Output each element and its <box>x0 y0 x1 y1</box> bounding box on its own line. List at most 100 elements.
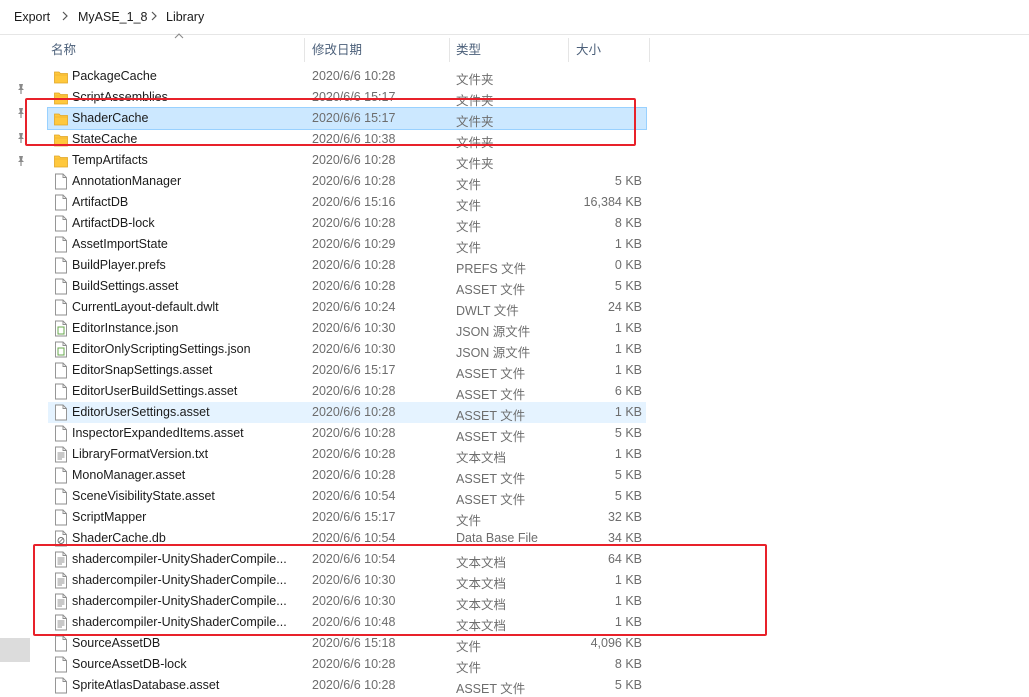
file-name: PackageCache <box>72 69 157 83</box>
file-size: 0 KB <box>614 258 642 272</box>
file-icon <box>54 488 68 505</box>
column-divider[interactable] <box>449 38 450 62</box>
file-row[interactable]: SourceAssetDB-lock 2020/6/6 10:28 文件 8 KB <box>48 654 646 675</box>
file-date: 2020/6/6 15:17 <box>312 510 396 524</box>
file-row[interactable]: AnnotationManager 2020/6/6 10:28 文件 5 KB <box>48 171 646 192</box>
file-size: 5 KB <box>614 279 642 293</box>
file-row[interactable]: CurrentLayout-default.dwlt 2020/6/6 10:24… <box>48 297 646 318</box>
address-bar[interactable]: Export MyASE_1_8 Library <box>0 0 1029 35</box>
file-row[interactable]: ArtifactDB 2020/6/6 15:16 文件 16,384 KB <box>48 192 646 213</box>
file-type: 文件 <box>456 199 482 213</box>
file-size: 5 KB <box>614 174 642 188</box>
file-icon <box>54 383 68 400</box>
breadcrumb-myase[interactable]: MyASE_1_8 <box>78 10 147 24</box>
file-name: AssetImportState <box>72 237 168 251</box>
column-name[interactable]: 名称 <box>51 34 76 64</box>
file-row[interactable]: AssetImportState 2020/6/6 10:29 文件 1 KB <box>48 234 646 255</box>
file-date: 2020/6/6 10:28 <box>312 447 396 461</box>
file-row[interactable]: SpriteAtlasDatabase.asset 2020/6/6 10:28 A… <box>48 675 646 696</box>
breadcrumb-export[interactable]: Export <box>14 10 50 24</box>
column-divider[interactable] <box>568 38 569 62</box>
file-type: ASSET 文件 <box>456 472 526 486</box>
file-date: 2020/6/6 10:28 <box>312 174 396 188</box>
file-icon <box>54 404 68 421</box>
file-date: 2020/6/6 10:28 <box>312 258 396 272</box>
file-icon <box>54 236 68 253</box>
file-row[interactable]: SourceAssetDB 2020/6/6 15:18 文件 4,096 KB <box>48 633 646 654</box>
file-icon <box>54 278 68 295</box>
file-date: 2020/6/6 10:30 <box>312 342 396 356</box>
file-type: JSON 源文件 <box>456 346 531 360</box>
file-date: 2020/6/6 10:28 <box>312 426 396 440</box>
file-date: 2020/6/6 10:28 <box>312 153 396 167</box>
file-date: 2020/6/6 15:18 <box>312 636 396 650</box>
file-size: 32 KB <box>607 510 642 524</box>
file-type: PREFS 文件 <box>456 262 527 276</box>
file-name: EditorUserBuildSettings.asset <box>72 384 238 398</box>
file-row[interactable]: EditorUserBuildSettings.asset 2020/6/6 10… <box>48 381 646 402</box>
file-row[interactable]: EditorUserSettings.asset 2020/6/6 10:28 AS… <box>48 402 646 423</box>
file-date: 2020/6/6 10:28 <box>312 216 396 230</box>
file-icon <box>54 257 68 274</box>
column-divider[interactable] <box>304 38 305 62</box>
file-icon <box>54 362 68 379</box>
column-type[interactable]: 类型 <box>456 34 481 64</box>
file-name: EditorSnapSettings.asset <box>72 363 213 377</box>
file-icon <box>54 215 68 232</box>
file-date: 2020/6/6 10:28 <box>312 405 396 419</box>
pin-icon[interactable] <box>14 154 28 168</box>
file-row[interactable]: InspectorExpandedItems.asset 2020/6/6 10:… <box>48 423 646 444</box>
file-size: 1 KB <box>614 363 642 377</box>
file-type: ASSET 文件 <box>456 388 526 402</box>
file-size: 5 KB <box>614 678 642 692</box>
file-icon <box>54 635 68 652</box>
column-date[interactable]: 修改日期 <box>312 34 362 64</box>
json-file-icon <box>54 320 68 337</box>
file-type: ASSET 文件 <box>456 493 526 507</box>
file-size: 8 KB <box>614 657 642 671</box>
file-row[interactable]: EditorInstance.json 2020/6/6 10:30 JSON 源文… <box>48 318 646 339</box>
file-row[interactable]: LibraryFormatVersion.txt 2020/6/6 10:28 文本… <box>48 444 646 465</box>
file-row[interactable]: ScriptMapper 2020/6/6 15:17 文件 32 KB <box>48 507 646 528</box>
file-row[interactable]: BuildSettings.asset 2020/6/6 10:28 ASSET 文… <box>48 276 646 297</box>
file-type: 文件 <box>456 661 482 675</box>
file-type: 文件夹 <box>456 73 494 87</box>
file-row[interactable]: ArtifactDB-lock 2020/6/6 10:28 文件 8 KB <box>48 213 646 234</box>
file-row[interactable]: SceneVisibilityState.asset 2020/6/6 10:54… <box>48 486 646 507</box>
file-type: ASSET 文件 <box>456 283 526 297</box>
file-name: CurrentLayout-default.dwlt <box>72 300 219 314</box>
file-row[interactable]: TempArtifacts 2020/6/6 10:28 文件夹 <box>48 150 646 171</box>
file-icon <box>54 194 68 211</box>
file-row[interactable]: EditorOnlyScriptingSettings.json 2020/6/6… <box>48 339 646 360</box>
file-name: TempArtifacts <box>72 153 148 167</box>
file-icon <box>54 467 68 484</box>
file-name: SourceAssetDB <box>72 636 161 650</box>
file-row[interactable]: BuildPlayer.prefs 2020/6/6 10:28 PREFS 文件 0… <box>48 255 646 276</box>
file-size: 8 KB <box>614 216 642 230</box>
file-name: LibraryFormatVersion.txt <box>72 447 209 461</box>
file-size: 1 KB <box>614 447 642 461</box>
highlight-box-shadercompiler-logs <box>33 544 767 636</box>
pin-icon[interactable] <box>14 82 28 96</box>
file-date: 2020/6/6 10:54 <box>312 489 396 503</box>
breadcrumb-library[interactable]: Library <box>166 10 204 24</box>
file-type: DWLT 文件 <box>456 304 519 318</box>
file-size: 1 KB <box>614 321 642 335</box>
file-type: JSON 源文件 <box>456 325 531 339</box>
column-divider[interactable] <box>649 38 650 62</box>
column-size[interactable]: 大小 <box>576 34 601 64</box>
file-size: 1 KB <box>614 237 642 251</box>
file-icon <box>54 425 68 442</box>
file-icon <box>54 509 68 526</box>
chevron-right-icon[interactable] <box>59 9 71 23</box>
nav-item-selected[interactable] <box>0 638 30 662</box>
file-date: 2020/6/6 10:29 <box>312 237 396 251</box>
file-name: ArtifactDB-lock <box>72 216 155 230</box>
file-row[interactable]: PackageCache 2020/6/6 10:28 文件夹 <box>48 66 646 87</box>
file-name: SpriteAtlasDatabase.asset <box>72 678 220 692</box>
file-row[interactable]: MonoManager.asset 2020/6/6 10:28 ASSET 文件 5… <box>48 465 646 486</box>
chevron-right-icon[interactable] <box>148 9 160 23</box>
json-file-icon <box>54 341 68 358</box>
file-row[interactable]: EditorSnapSettings.asset 2020/6/6 15:17 AS… <box>48 360 646 381</box>
file-type: 文件 <box>456 640 482 654</box>
